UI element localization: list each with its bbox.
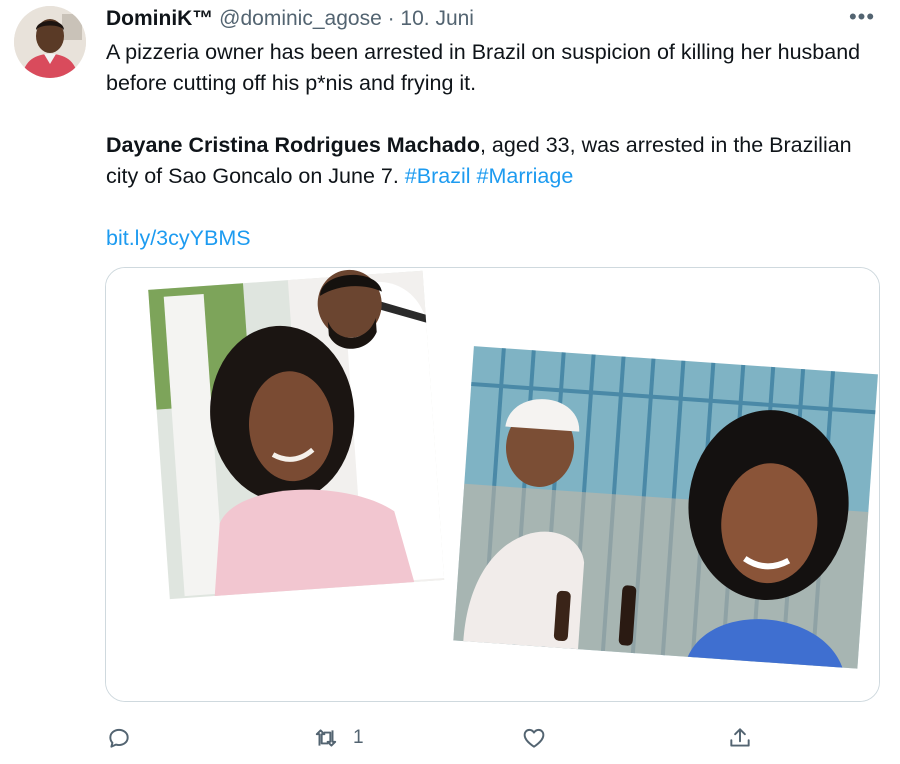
photo-right [453, 346, 878, 669]
heart-icon [523, 728, 545, 748]
media-photo-collage [106, 268, 879, 701]
like-button[interactable] [521, 720, 547, 756]
tweet-link[interactable]: bit.ly/3cyYBMS [106, 226, 251, 250]
tweet-actions: 1 [106, 720, 866, 756]
share-icon [730, 728, 750, 747]
tweet-media[interactable] [105, 267, 880, 702]
hashtag-brazil[interactable]: #Brazil [405, 164, 471, 188]
avatar[interactable] [14, 6, 86, 78]
more-icon: ••• [848, 4, 876, 29]
tweet-paragraph-1: A pizzeria owner has been arrested in Br… [106, 40, 861, 95]
retweet-count: 1 [353, 727, 364, 748]
author-handle[interactable]: @dominic_agose [219, 7, 382, 30]
tweet-paragraph-2: Dayane Cristina Rodrigues Machado, aged … [106, 130, 876, 192]
author-name[interactable]: DominiK™ [106, 7, 213, 30]
bold-name: Dayane Cristina Rodrigues Machado [106, 133, 480, 157]
retweet-button[interactable]: 1 [313, 720, 364, 756]
share-button[interactable] [727, 720, 753, 756]
more-options-button[interactable]: ••• [844, 4, 880, 30]
reply-button[interactable] [106, 720, 132, 756]
header-separator: · [381, 7, 401, 30]
hashtag-marriage[interactable]: #Marriage [477, 164, 574, 188]
tweet-header: DominiK™ @dominic_agose · 10. Juni [106, 6, 474, 32]
retweet-icon [315, 729, 337, 747]
photo-left [148, 269, 445, 600]
reply-icon [109, 728, 129, 748]
tweet-date[interactable]: 10. Juni [400, 7, 474, 30]
tweet-text: A pizzeria owner has been arrested in Br… [106, 37, 876, 254]
avatar-image [14, 6, 86, 78]
